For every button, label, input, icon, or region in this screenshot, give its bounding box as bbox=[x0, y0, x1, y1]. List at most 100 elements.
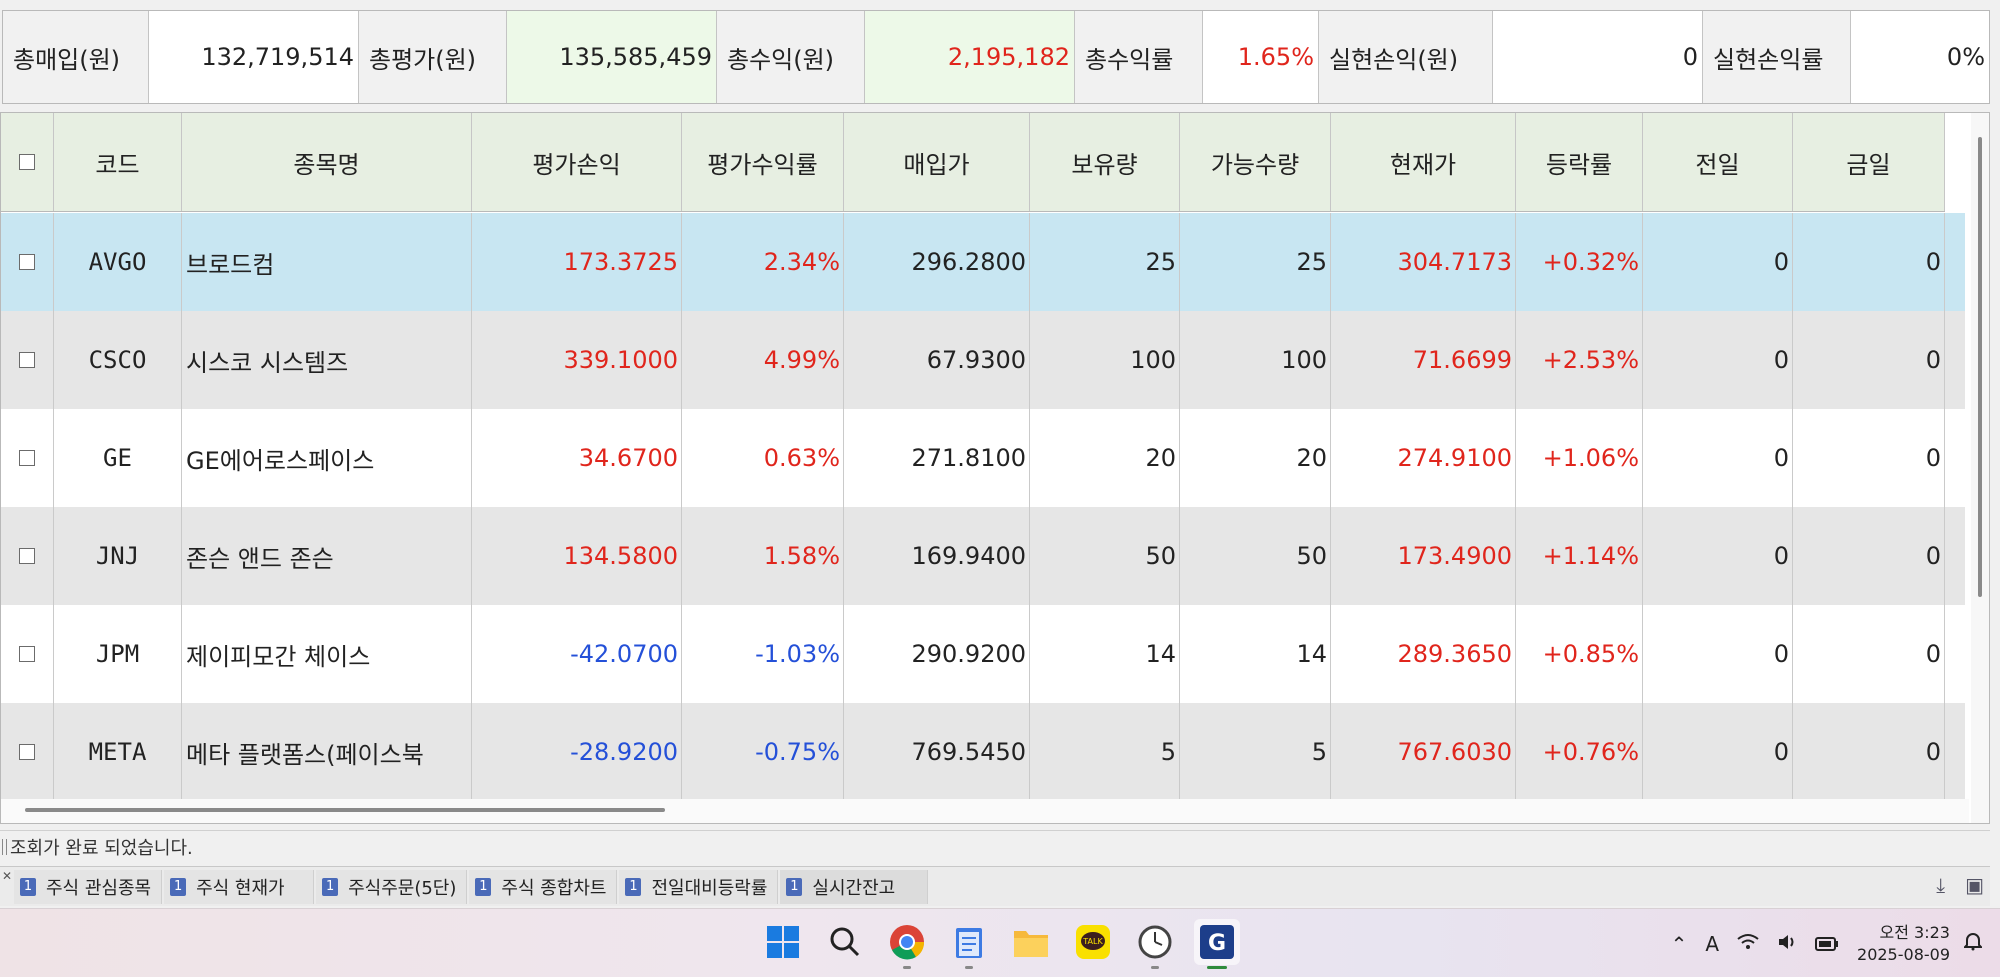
tab-number-badge: 1 bbox=[322, 877, 339, 896]
cell-price: 289.3650 bbox=[1331, 605, 1516, 703]
tab-watchlist[interactable]: 1 주식 관심종목 bbox=[14, 869, 163, 904]
column-header-prev[interactable]: 전일 bbox=[1643, 113, 1793, 211]
tab-realtime-balance[interactable]: 1 실시간잔고 bbox=[780, 869, 929, 904]
row-checkbox[interactable] bbox=[1, 507, 54, 605]
table-row[interactable]: AVGO 브로드컴 173.3725 2.34% 296.2800 25 25 … bbox=[1, 213, 1965, 311]
cell-eval-rate: 4.99% bbox=[682, 311, 844, 409]
tab-current-price[interactable]: 1 주식 현재가 bbox=[164, 869, 315, 904]
cell-eval-rate: 1.58% bbox=[682, 507, 844, 605]
status-message: 조회가 완료 되었습니다. bbox=[10, 837, 193, 859]
column-header-eval-rate[interactable]: 평가수익률 bbox=[682, 113, 844, 211]
column-header-qty[interactable]: 보유량 bbox=[1030, 113, 1180, 211]
cell-code: META bbox=[54, 703, 182, 801]
tab-label: 주식 관심종목 bbox=[46, 877, 152, 899]
cell-prev: 0 bbox=[1643, 409, 1793, 507]
clock-date: 2025-08-09 bbox=[1857, 944, 1950, 964]
clock-app-icon[interactable] bbox=[1132, 919, 1178, 969]
chrome-icon[interactable] bbox=[884, 919, 930, 969]
row-checkbox[interactable] bbox=[1, 213, 54, 311]
total-eval-label: 총평가(원) bbox=[359, 11, 507, 103]
cell-buy-price: 169.9400 bbox=[844, 507, 1030, 605]
cell-prev: 0 bbox=[1643, 507, 1793, 605]
column-header-code[interactable]: 코드 bbox=[54, 113, 182, 211]
taskbar-clock[interactable]: 오전 3:23 2025-08-09 bbox=[1857, 922, 1950, 966]
select-all-checkbox[interactable] bbox=[1, 113, 54, 211]
cell-prev: 0 bbox=[1643, 311, 1793, 409]
battery-icon[interactable] bbox=[1815, 932, 1839, 956]
tab-label: 전일대비등락률 bbox=[651, 877, 768, 899]
cell-change: +2.53% bbox=[1516, 311, 1643, 409]
notepad-icon[interactable] bbox=[946, 919, 992, 969]
realized-rate-value: 0% bbox=[1946, 43, 1985, 71]
cell-eval-rate: -1.03% bbox=[682, 605, 844, 703]
wifi-icon[interactable] bbox=[1737, 932, 1759, 956]
tab-label: 주식 현재가 bbox=[196, 877, 285, 899]
column-header-change[interactable]: 등락률 bbox=[1516, 113, 1643, 211]
kakaotalk-icon[interactable]: TALK bbox=[1070, 919, 1116, 965]
cell-prev: 0 bbox=[1643, 605, 1793, 703]
horizontal-scrollbar[interactable] bbox=[1, 799, 1969, 823]
tab-label: 실시간잔고 bbox=[812, 877, 896, 899]
cell-prev: 0 bbox=[1643, 213, 1793, 311]
ime-indicator[interactable]: A bbox=[1705, 932, 1719, 956]
cell-avail-qty: 50 bbox=[1180, 507, 1331, 605]
table-row[interactable]: JPM 제이피모간 체이스 -42.0700 -1.03% 290.9200 1… bbox=[1, 605, 1965, 703]
row-checkbox[interactable] bbox=[1, 703, 54, 801]
tab-label: 주식주문(5단) bbox=[348, 877, 457, 899]
cell-code: AVGO bbox=[54, 213, 182, 311]
cell-eval-pl: 134.5800 bbox=[472, 507, 682, 605]
row-checkbox[interactable] bbox=[1, 605, 54, 703]
holdings-grid: 코드 종목명 평가손익 평가수익률 매입가 보유량 가능수량 현재가 등락률 전… bbox=[0, 112, 1990, 824]
trading-app-icon[interactable]: G bbox=[1194, 919, 1240, 969]
realized-pl-label: 실현손익(원) bbox=[1319, 11, 1493, 103]
total-profit-label: 총수익(원) bbox=[717, 11, 865, 103]
cell-qty: 5 bbox=[1030, 703, 1180, 801]
file-explorer-icon[interactable] bbox=[1008, 919, 1054, 965]
cell-eval-rate: 2.34% bbox=[682, 213, 844, 311]
column-header-today[interactable]: 금일 bbox=[1793, 113, 1945, 211]
tab-chart[interactable]: 1 주식 종합차트 bbox=[469, 869, 618, 904]
table-row[interactable]: META 메타 플랫폼스(페이스북 -28.9200 -0.75% 769.54… bbox=[1, 703, 1965, 801]
vertical-scroll-thumb[interactable] bbox=[1978, 137, 1982, 597]
cell-code: JNJ bbox=[54, 507, 182, 605]
cell-price: 304.7173 bbox=[1331, 213, 1516, 311]
close-tabs-icon[interactable]: ✕ bbox=[2, 869, 12, 883]
cell-avail-qty: 14 bbox=[1180, 605, 1331, 703]
table-row[interactable]: JNJ 존슨 앤드 존슨 134.5800 1.58% 169.9400 50 … bbox=[1, 507, 1965, 605]
volume-icon[interactable] bbox=[1777, 932, 1797, 956]
row-checkbox[interactable] bbox=[1, 409, 54, 507]
tab-label: 주식 종합차트 bbox=[501, 877, 607, 899]
cell-price: 71.6699 bbox=[1331, 311, 1516, 409]
windows-start-icon[interactable] bbox=[760, 919, 806, 965]
table-row[interactable]: CSCO 시스코 시스템즈 339.1000 4.99% 67.9300 100… bbox=[1, 311, 1965, 409]
account-summary-bar: 총매입(원) 132,719,514 총평가(원) 135,585,459 총수… bbox=[2, 10, 1990, 104]
table-row[interactable]: GE GE에어로스페이스 34.6700 0.63% 271.8100 20 2… bbox=[1, 409, 1965, 507]
cell-change: +1.14% bbox=[1516, 507, 1643, 605]
tab-number-badge: 1 bbox=[170, 877, 187, 896]
cell-eval-pl: 339.1000 bbox=[472, 311, 682, 409]
column-header-price[interactable]: 현재가 bbox=[1331, 113, 1516, 211]
download-icon[interactable]: ⤓ bbox=[1936, 873, 1945, 897]
cell-qty: 50 bbox=[1030, 507, 1180, 605]
total-rate-value: 1.65% bbox=[1203, 11, 1319, 103]
image-icon[interactable]: ▣ bbox=[1965, 873, 1984, 897]
tab-change-rate[interactable]: 1 전일대비등락률 bbox=[619, 869, 779, 904]
column-header-avail-qty[interactable]: 가능수량 bbox=[1180, 113, 1331, 211]
row-checkbox[interactable] bbox=[1, 311, 54, 409]
notification-bell-icon[interactable] bbox=[1962, 931, 1984, 956]
chevron-up-icon[interactable]: ⌃ bbox=[1671, 932, 1688, 956]
column-header-name[interactable]: 종목명 bbox=[182, 113, 472, 211]
cell-eval-rate: 0.63% bbox=[682, 409, 844, 507]
tab-number-badge: 1 bbox=[786, 877, 803, 896]
tab-number-badge: 1 bbox=[475, 877, 492, 896]
vertical-scrollbar[interactable] bbox=[1971, 113, 1989, 823]
tab-number-badge: 1 bbox=[20, 877, 36, 896]
cell-name: 존슨 앤드 존슨 bbox=[182, 507, 472, 605]
search-icon[interactable] bbox=[822, 919, 868, 965]
column-header-buy-price[interactable]: 매입가 bbox=[844, 113, 1030, 211]
cell-avail-qty: 25 bbox=[1180, 213, 1331, 311]
horizontal-scroll-thumb[interactable] bbox=[25, 808, 665, 812]
column-header-eval-pl[interactable]: 평가손익 bbox=[472, 113, 682, 211]
tab-order[interactable]: 1 주식주문(5단) bbox=[316, 869, 468, 904]
cell-avail-qty: 20 bbox=[1180, 409, 1331, 507]
